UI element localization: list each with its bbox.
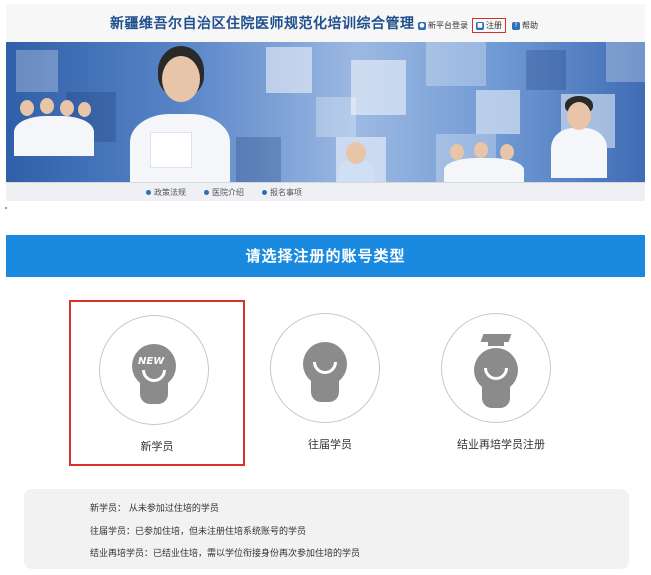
register-header-title: 请选择注册的账号类型 — [245, 247, 406, 265]
subnav-enrollment[interactable]: 报名事项 — [262, 187, 302, 198]
option-new-student[interactable]: NEW 新学员 — [69, 300, 245, 466]
subnav-hospital[interactable]: 医院介绍 — [204, 187, 244, 198]
account-type-notes: 新学员： 从未参加过住培的学员 往届学员：已参加住培，但未注册住培系统账号的学员… — [24, 489, 629, 569]
note-new-student: 新学员： 从未参加过住培的学员 — [90, 504, 219, 514]
help-icon: ? — [512, 21, 520, 30]
portal-screenshot: 新疆维吾尔自治区住院医师规范化培训综合管理 ● 新平台登录 ■ 注册 ? 帮助 — [6, 4, 645, 201]
subnav-enrollment-label: 报名事项 — [270, 188, 302, 197]
new-student-circle: NEW — [99, 315, 209, 425]
option-former-student-label: 往届学员 — [308, 438, 352, 451]
register-link[interactable]: ■ 注册 — [472, 18, 506, 33]
option-graduate-retraining-label: 结业再培学员注册 — [457, 438, 545, 451]
site-title: 新疆维吾尔自治区住院医师规范化培训综合管理 — [110, 16, 415, 32]
note-graduate-retraining: 结业再培学员：已结业住培，需以学位衔接身份再次参加住培的学员 — [90, 549, 361, 559]
former-student-circle — [270, 313, 380, 423]
lock-icon: ■ — [476, 21, 484, 30]
register-label: 注册 — [486, 21, 502, 30]
user-icon: ● — [418, 21, 426, 30]
portal-topbar: 新疆维吾尔自治区住院医师规范化培训综合管理 ● 新平台登录 ■ 注册 ? 帮助 — [6, 4, 645, 43]
bullet-icon — [146, 190, 151, 195]
stray-dot — [5, 207, 7, 209]
register-header: 请选择注册的账号类型 — [6, 235, 645, 277]
option-new-student-label: 新学员 — [140, 440, 174, 453]
new-badge: NEW — [138, 356, 165, 367]
option-former-student[interactable]: 往届学员 — [242, 300, 418, 466]
subnav-hospital-label: 医院介绍 — [212, 188, 244, 197]
new-platform-login-link[interactable]: ● 新平台登录 — [418, 20, 468, 31]
portal-subnav: 政策法规 医院介绍 报名事项 — [6, 182, 645, 201]
subnav-policy[interactable]: 政策法规 — [146, 187, 186, 198]
subnav-policy-label: 政策法规 — [154, 188, 186, 197]
help-label: 帮助 — [522, 21, 538, 30]
help-link[interactable]: ? 帮助 — [512, 20, 538, 31]
bullet-icon — [204, 190, 209, 195]
option-graduate-retraining[interactable]: 结业再培学员注册 — [413, 300, 589, 466]
new-platform-login-label: 新平台登录 — [428, 21, 468, 30]
graduate-circle — [441, 313, 551, 423]
banner-image — [6, 42, 645, 182]
note-former-student: 往届学员：已参加住培，但未注册住培系统账号的学员 — [90, 527, 307, 537]
bullet-icon — [262, 190, 267, 195]
